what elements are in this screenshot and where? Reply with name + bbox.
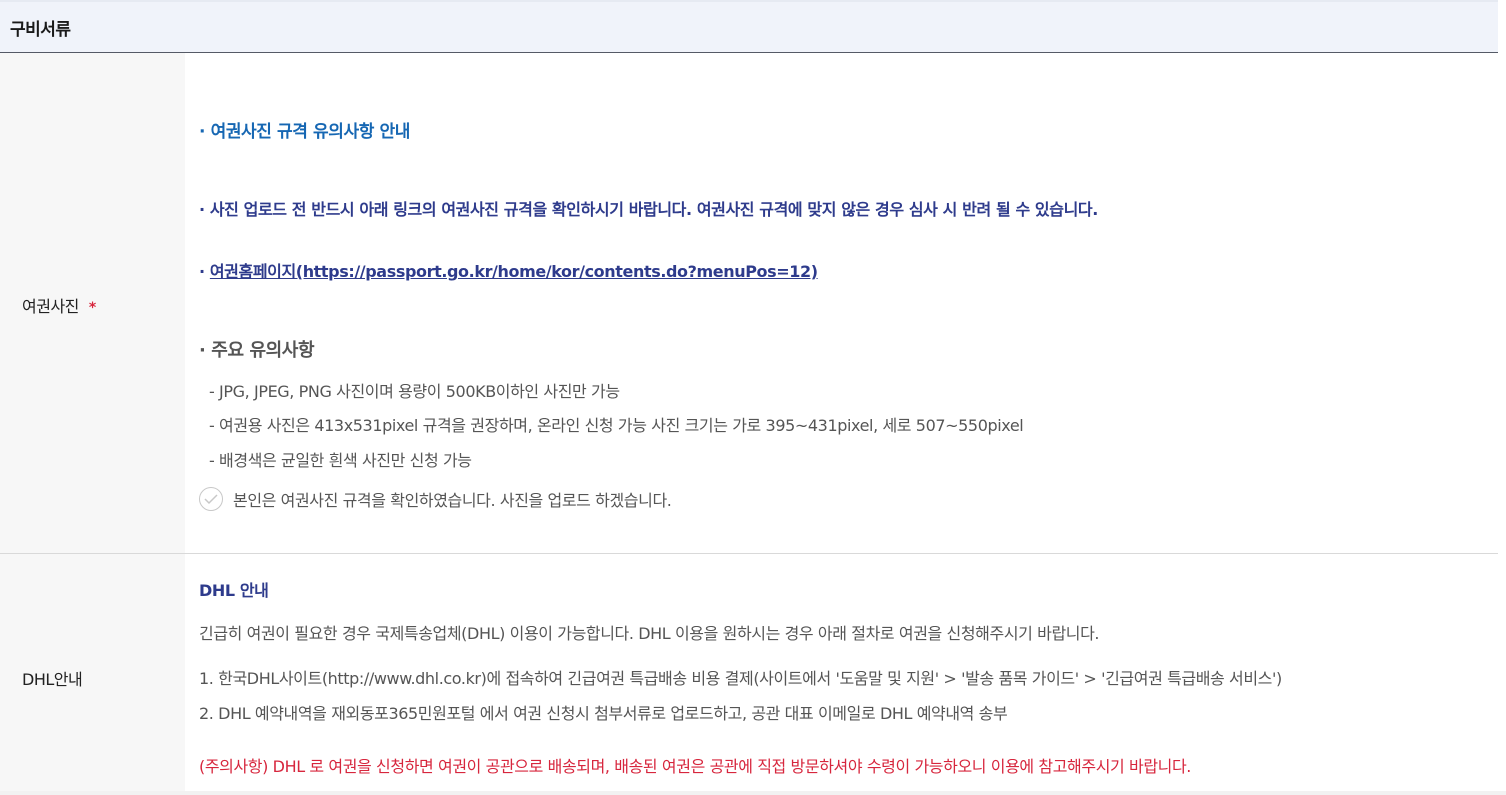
passport-photo-label: 여권사진 * <box>22 293 96 317</box>
bottom-strip <box>0 791 1506 795</box>
passport-photo-content: · 여권사진 규격 유의사항 안내 · 사진 업로드 전 반드시 아래 링크의 … <box>185 53 1498 553</box>
link-bullet: · <box>199 262 210 281</box>
passport-photo-label-text: 여권사진 <box>22 297 79 316</box>
notice-detail-background: - 배경색은 균일한 흰색 사진만 신청 가능 <box>209 451 472 470</box>
passport-homepage-link-row: · 여권홈페이지(https://passport.go.kr/home/kor… <box>199 258 818 282</box>
dhl-row: DHL안내 DHL 안내 긴급히 여권이 필요한 경우 국제특송업체(DHL) … <box>0 554 1498 795</box>
dhl-step-2: 2. DHL 예약내역을 재외동포365민원포털 에서 여권 신청시 첨부서류로… <box>199 704 1008 723</box>
dhl-label-cell: DHL안내 <box>0 554 185 795</box>
confirm-checkbox-label[interactable]: 본인은 여권사진 규격을 확인하였습니다. 사진을 업로드 하겠습니다. <box>233 487 672 511</box>
dhl-label: DHL안내 <box>22 670 83 689</box>
section-header: 구비서류 <box>0 0 1498 53</box>
passport-homepage-link[interactable]: 여권홈페이지(https://passport.go.kr/home/kor/c… <box>210 262 818 281</box>
required-mark: * <box>88 300 96 316</box>
check-circle-icon[interactable] <box>199 487 223 511</box>
dhl-intro: 긴급히 여권이 필요한 경우 국제특송업체(DHL) 이용이 가능합니다. DH… <box>199 624 1100 643</box>
passport-photo-label-cell: 여권사진 * <box>0 53 185 553</box>
notice-title: · 주요 유의사항 <box>199 340 315 361</box>
photo-spec-heading: · 여권사진 규격 유의사항 안내 <box>199 122 411 142</box>
passport-photo-row: 여권사진 * · 여권사진 규격 유의사항 안내 · 사진 업로드 전 반드시 아… <box>0 53 1498 554</box>
dhl-warning: (주의사항) DHL 로 여권을 신청하면 여권이 공관으로 배송되며, 배송된… <box>199 757 1191 776</box>
dhl-title: DHL 안내 <box>199 581 269 600</box>
dhl-content: DHL 안내 긴급히 여권이 필요한 경우 국제특송업체(DHL) 이용이 가능… <box>185 554 1498 795</box>
notice-detail-format: - JPG, JPEG, PNG 사진이며 용량이 500KB이하인 사진만 가… <box>209 382 620 401</box>
notice-detail-size: - 여권용 사진은 413x531pixel 규격을 권장하며, 온라인 신청 … <box>209 416 1024 435</box>
confirm-checkbox-row[interactable]: 본인은 여권사진 규격을 확인하였습니다. 사진을 업로드 하겠습니다. <box>199 487 672 511</box>
dhl-step-1: 1. 한국DHL사이트(http://www.dhl.co.kr)에 접속하여 … <box>199 669 1282 688</box>
photo-spec-instruction: · 사진 업로드 전 반드시 아래 링크의 여권사진 규격을 확인하시기 바랍니… <box>199 200 1098 219</box>
section-title: 구비서류 <box>10 20 71 40</box>
